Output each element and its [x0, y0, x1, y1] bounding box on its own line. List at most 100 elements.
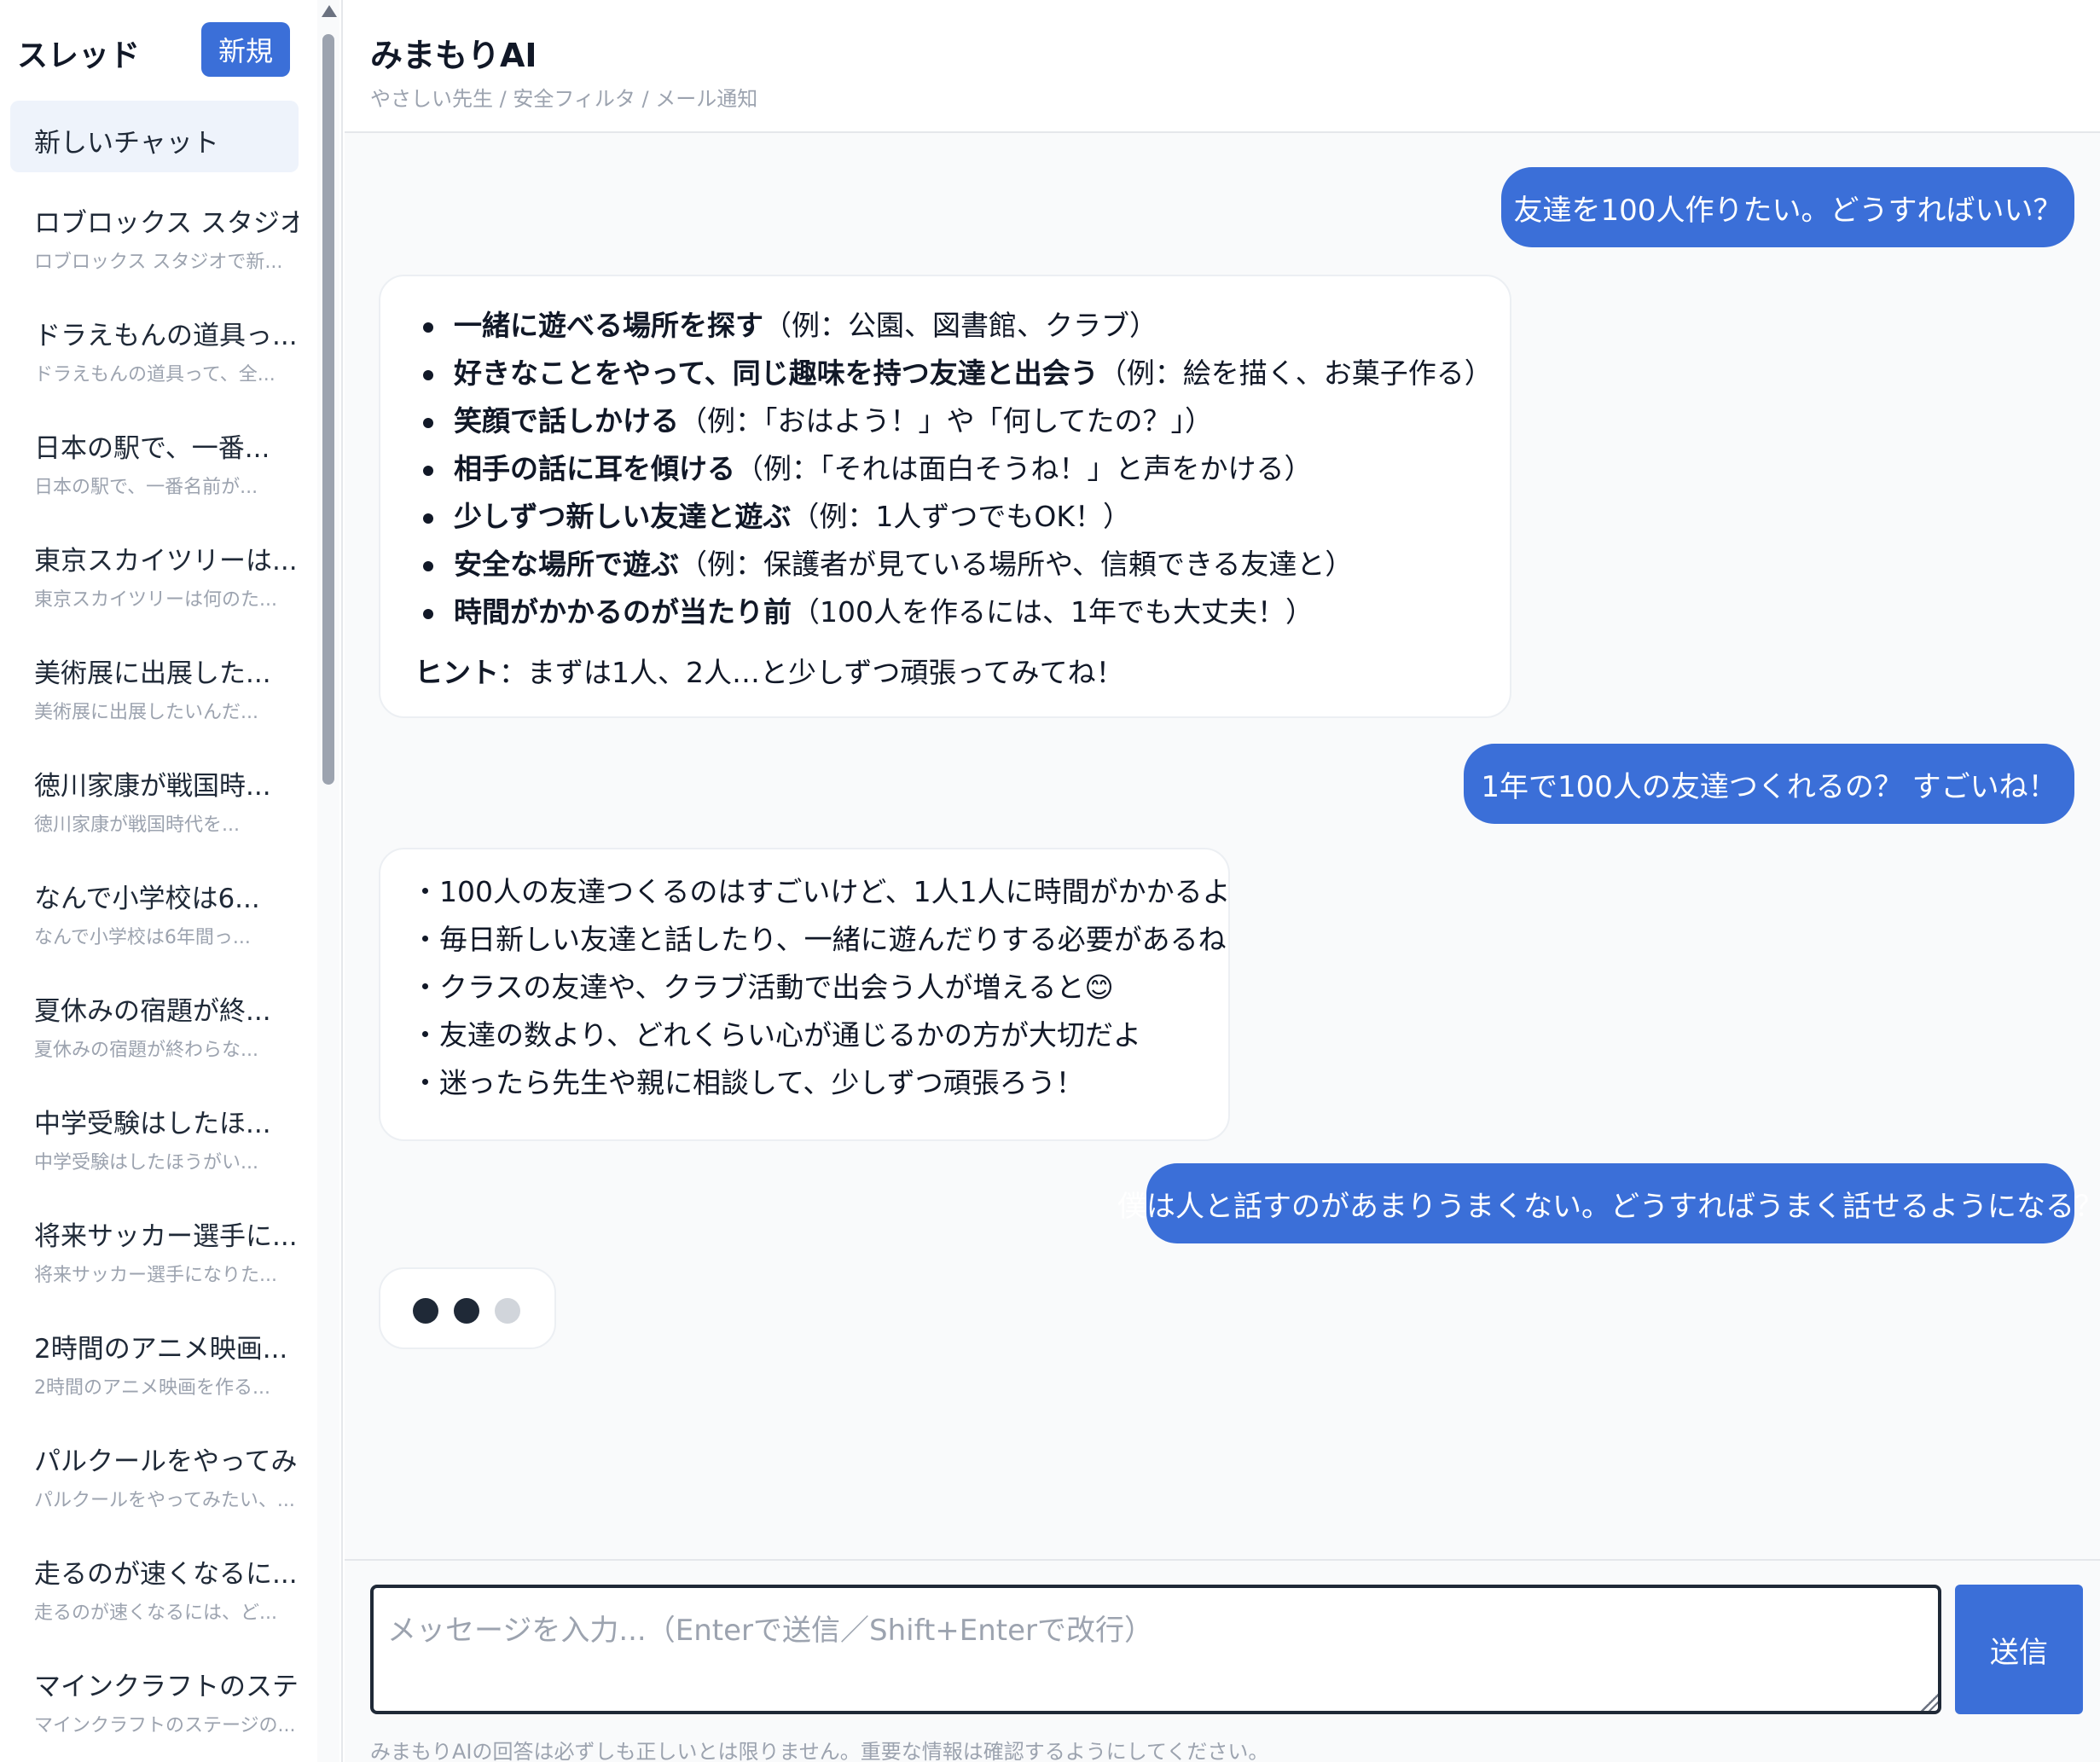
thread-preview: 徳川家康が戦国時代を... — [34, 814, 240, 836]
thread-items: ロブロックス スタジオ... ロブロックス スタジオで新... ドラえもんの道具っ.… — [0, 181, 307, 1757]
suggestion-example: （例：保護者が見ている場所や、信頼できる友達と） — [679, 548, 1354, 581]
sidebar-title: スレッド — [17, 38, 141, 73]
app-subtitle: やさしい先生 / 安全フィルタ / メール通知 — [370, 87, 758, 111]
ai-suggestion-list: 一緒に遊べる場所を探す（例：公園、図書館、クラブ） 好きなことをやって、同じ趣味を… — [415, 302, 1510, 636]
suggestion-bold: 安全な場所で遊ぶ — [454, 548, 679, 581]
user-message: 友達を100人作りたい。どうすればいい？ — [1501, 167, 2074, 247]
thread-title: 2時間のアニメ映画... — [34, 1334, 288, 1365]
suggestion-bold: 一緒に遊べる場所を探す — [454, 309, 763, 342]
new-thread-button[interactable]: 新規 — [201, 22, 290, 77]
ai-suggestion-item: 少しずつ新しい友達と遊ぶ（例：1人ずつでもOK！） — [415, 493, 1510, 541]
suggestion-bold: 少しずつ新しい友達と遊ぶ — [454, 500, 792, 533]
thread-title: 美術展に出展した... — [34, 658, 271, 689]
thread-title: マインクラフトのステ... — [34, 1672, 299, 1702]
user-message: 僕は人と話すのがあまりうまくない。どうすればうまく話せるようになる？ — [1117, 1163, 2100, 1243]
ai-reply-line: ・迷ったら先生や親に相談して、少しずつ頑張ろう！ — [411, 1066, 1084, 1099]
typing-indicator — [379, 1267, 556, 1349]
suggestion-bold: 好きなことをやって、同じ趣味を持つ友達と出会う — [454, 356, 1099, 390]
message-input[interactable] — [370, 1585, 1941, 1714]
app-window: スレッド 新規 新しいチャット ロブロックス スタジオ...ロブロックス スタジ… — [0, 0, 2100, 1762]
ai-reply-line: ・クラスの友達や、クラブ活動で出会う人が増えると😊 — [411, 971, 1114, 1004]
thread-preview: 美術展に出展したいんだ... — [34, 702, 258, 723]
ai-reply-line: ・100人の友達つくるのはすごいけど、1人1人に時間がかかるよ — [411, 875, 1231, 908]
thread-item[interactable]: マインクラフトのステ... マインクラフトのステージの... — [10, 1644, 299, 1757]
thread-sidebar: スレッド 新規 新しいチャット ロブロックス スタジオ...ロブロックス スタジ… — [0, 0, 343, 1762]
thread-preview: 2時間のアニメ映画を作る... — [34, 1377, 270, 1399]
ai-suggestion-item: 好きなことをやって、同じ趣味を持つ友達と出会う（例：絵を描く、お菓子作る） — [415, 350, 1510, 397]
thread-title: 将来サッカー選手に... — [34, 1221, 298, 1252]
ai-suggestion-item: 相手の話に耳を傾ける（例：「それは面白そうね！」と声をかける） — [415, 445, 1510, 493]
ai-message: ・100人の友達つくるのはすごいけど、1人1人に時間がかかるよ ・毎日新しい友達と… — [379, 848, 1231, 1141]
thread-item[interactable]: ロブロックス スタジオ... ロブロックス スタジオで新... — [10, 181, 299, 293]
sidebar-content: スレッド 新規 新しいチャット ロブロックス スタジオ...ロブロックス スタジ… — [0, 0, 307, 1762]
suggestion-bold: 時間がかかるのが当たり前 — [454, 595, 792, 629]
thread-title: なんで小学校は6... — [34, 884, 260, 914]
thread-item[interactable]: 日本の駅で、一番... 日本の駅で、一番名前が... — [10, 406, 299, 519]
thread-item[interactable]: 2時間のアニメ映画... 2時間のアニメ映画を作る... — [10, 1307, 299, 1419]
suggestion-example: （例：「それは面白そうね！」と声をかける） — [735, 452, 1313, 485]
send-button[interactable]: 送信 — [1955, 1585, 2083, 1714]
thread-item[interactable]: 将来サッカー選手に... 将来サッカー選手になりた... — [10, 1194, 299, 1307]
thread-item[interactable]: ドラえもんの道具っ... ドラえもんの道具って、全... — [10, 293, 299, 406]
thread-item[interactable]: 東京スカイツリーは... 東京スカイツリーは何のた... — [10, 519, 299, 631]
suggestion-example: （100人を作るには、1年でも大丈夫！） — [792, 595, 1314, 629]
composer: 送信 みまもりAIの回答は必ずしも正しいとは限りません。重要な情報は確認するよう… — [345, 1559, 2100, 1762]
thread-title: 新しいチャット — [34, 128, 219, 159]
disclaimer-text: みまもりAIの回答は必ずしも正しいとは限りません。重要な情報は確認するようにして… — [370, 1740, 1269, 1762]
suggestion-bold: 笑顔で話しかける — [454, 404, 679, 438]
scroll-up-arrow-icon[interactable] — [322, 5, 337, 17]
thread-title: 東京スカイツリーは... — [34, 546, 298, 577]
thread-preview: マインクラフトのステージの... — [34, 1715, 296, 1736]
ai-reply-line: ・友達の数より、どれくらい心が通じるかの方が大切だよ — [411, 1018, 1142, 1052]
ai-reply-line: ・毎日新しい友達と話したり、一緒に遊んだりする必要があるね — [411, 923, 1227, 956]
ai-reply-lines: ・100人の友達つくるのはすごいけど、1人1人に時間がかかるよ ・毎日新しい友達と… — [411, 868, 1231, 1107]
suggestion-example: （例：公園、図書館、クラブ） — [763, 309, 1157, 342]
thread-item-new-chat[interactable]: 新しいチャット — [10, 101, 299, 172]
ai-suggestion-item: 時間がかかるのが当たり前（100人を作るには、1年でも大丈夫！） — [415, 588, 1510, 636]
suggestion-bold: 相手の話に耳を傾ける — [454, 452, 735, 485]
sidebar-scrollbar[interactable] — [317, 0, 339, 1762]
typing-dot — [454, 1298, 479, 1324]
thread-item[interactable]: 中学受験はしたほ... 中学受験はしたほうがい... — [10, 1081, 299, 1194]
hint-label: ヒント — [415, 656, 499, 689]
thread-item[interactable]: 走るのが速くなるに... 走るのが速くなるには、ど... — [10, 1532, 299, 1644]
thread-title: 中学受験はしたほ... — [34, 1109, 271, 1139]
chat-main: みまもりAI やさしい先生 / 安全フィルタ / メール通知 友達を100人作り… — [345, 0, 2100, 1762]
ai-suggestion-item: 安全な場所で遊ぶ（例：保護者が見ている場所や、信頼できる友達と） — [415, 541, 1510, 588]
thread-preview: ロブロックス スタジオで新... — [34, 252, 283, 273]
thread-preview: 東京スカイツリーは何のた... — [34, 589, 277, 611]
ai-hint: ヒント：まずは1人、2人…と少しずつ頑張ってみてね！ — [415, 650, 1510, 691]
thread-title: ドラえもんの道具っ... — [34, 321, 298, 351]
ai-message: 一緒に遊べる場所を探す（例：公園、図書館、クラブ） 好きなことをやって、同じ趣味を… — [379, 275, 1511, 718]
ai-suggestion-item: 笑顔で話しかける（例：「おはよう！」や「何してたの？」） — [415, 397, 1510, 445]
thread-preview: 夏休みの宿題が終わらな... — [34, 1040, 258, 1061]
thread-preview: 走るのが速くなるには、ど... — [34, 1603, 277, 1624]
thread-preview: 将来サッカー選手になりた... — [34, 1265, 277, 1286]
message-list: 友達を100人作りたい。どうすればいい？ 一緒に遊べる場所を探す（例：公園、図書… — [345, 135, 2100, 1559]
resize-grip-icon[interactable] — [1921, 1694, 1938, 1711]
thread-preview: なんで小学校は6年間っ... — [34, 927, 251, 948]
thread-title: 徳川家康が戦国時... — [34, 771, 271, 802]
thread-preview: パルクールをやってみたい、... — [34, 1490, 295, 1511]
thread-title: 日本の駅で、一番... — [34, 433, 270, 464]
suggestion-example: （例：「おはよう！」や「何してたの？」） — [679, 404, 1214, 438]
thread-item[interactable]: 美術展に出展した... 美術展に出展したいんだ... — [10, 631, 299, 744]
thread-title: 走るのが速くなるに... — [34, 1559, 298, 1590]
typing-dot — [495, 1298, 520, 1324]
chat-header: みまもりAI やさしい先生 / 安全フィルタ / メール通知 — [345, 0, 2100, 133]
thread-item[interactable]: パルクールをやってみ... パルクールをやってみたい、... — [10, 1419, 299, 1532]
thread-item[interactable]: 徳川家康が戦国時... 徳川家康が戦国時代を... — [10, 744, 299, 856]
thread-preview: 中学受験はしたほうがい... — [34, 1152, 258, 1174]
thread-list: 新しいチャット ロブロックス スタジオ... ロブロックス スタジオで新... ドラ… — [0, 101, 307, 1757]
thread-item[interactable]: なんで小学校は6... なんで小学校は6年間っ... — [10, 856, 299, 969]
user-message: 1年で100人の友達つくれるの？ すごいね！ — [1464, 744, 2074, 824]
hint-text: ：まずは1人、2人…と少しずつ頑張ってみてね！ — [499, 656, 1124, 689]
suggestion-example: （例：1人ずつでもOK！） — [791, 500, 1131, 533]
thread-item[interactable]: 夏休みの宿題が終... 夏休みの宿題が終わらな... — [10, 969, 299, 1081]
thread-title: パルクールをやってみ... — [34, 1446, 299, 1477]
thread-title: 夏休みの宿題が終... — [34, 996, 271, 1027]
scrollbar-thumb[interactable] — [322, 34, 334, 785]
suggestion-example: （例：絵を描く、お菓子作る） — [1098, 356, 1493, 390]
app-title: みまもりAI — [370, 37, 537, 74]
thread-preview: ドラえもんの道具って、全... — [34, 364, 276, 385]
